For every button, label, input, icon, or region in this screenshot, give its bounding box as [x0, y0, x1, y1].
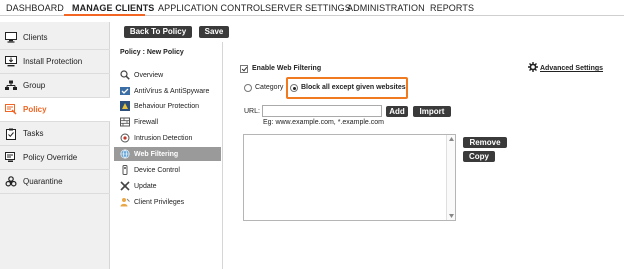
sidebar-item-clients[interactable]: Clients — [0, 26, 110, 50]
tab-manage-clients[interactable]: MANAGE CLIENTS — [72, 3, 154, 13]
tree-item-label: Client Privileges — [134, 198, 185, 206]
sidebar-item-install-protection[interactable]: Install Protection — [0, 50, 110, 74]
enable-web-filtering-label: Enable Web Filtering — [252, 65, 322, 72]
remove-button[interactable]: Remove — [463, 137, 507, 148]
enable-web-filtering-checkbox[interactable] — [240, 65, 248, 73]
import-button[interactable]: Import — [413, 106, 451, 117]
tree-item-label: Behaviour Protection — [134, 102, 199, 110]
group-icon — [5, 80, 17, 92]
tree-item-client-privileges[interactable]: Client Privileges — [114, 195, 221, 209]
tree-item-behaviour-protection[interactable]: Behaviour Protection — [114, 99, 221, 113]
tree-item-web-filtering[interactable]: Web Filtering — [114, 147, 221, 161]
tab-application-control[interactable]: APPLICATION CONTROL — [158, 3, 265, 13]
install-monitor-icon — [5, 56, 17, 68]
sidebar-item-label: Quarantine — [23, 177, 63, 186]
tab-reports[interactable]: REPORTS — [430, 3, 474, 13]
sidebar-item-label: Tasks — [23, 129, 44, 138]
firewall-icon — [120, 117, 130, 127]
update-icon — [120, 181, 130, 191]
url-label: URL: — [244, 108, 260, 115]
tab-server-settings[interactable]: SERVER SETTINGS — [265, 3, 351, 13]
save-button[interactable]: Save — [199, 26, 229, 38]
tree-item-label: Device Control — [134, 166, 180, 174]
tree-item-firewall[interactable]: Firewall — [114, 115, 221, 129]
tree-item-antivirus[interactable]: AntiVirus & AntiSpyware — [114, 84, 221, 98]
category-radio[interactable] — [244, 84, 252, 92]
sidebar-item-policy[interactable]: Policy — [0, 98, 110, 122]
sidebar: Clients Install Protection Group Policy … — [0, 22, 110, 269]
scroll-up-icon[interactable] — [449, 137, 454, 141]
url-input[interactable] — [262, 105, 382, 117]
globe-icon — [120, 149, 130, 159]
tree-item-device-control[interactable]: Device Control — [114, 163, 221, 177]
magnifier-icon — [120, 70, 130, 80]
sidebar-item-label: Policy Override — [23, 153, 78, 162]
advanced-settings-link[interactable]: Advanced Settings — [540, 65, 603, 72]
block-all-label: Block all except given websites — [301, 84, 406, 91]
url-example-hint: Eg: www.example.com, *.example.com — [263, 119, 384, 126]
tasks-icon — [5, 128, 17, 140]
sidebar-item-tasks[interactable]: Tasks — [0, 122, 110, 146]
privileges-icon — [120, 197, 130, 207]
active-tab-indicator — [64, 14, 145, 16]
sidebar-item-label: Clients — [23, 33, 48, 42]
block-all-radio[interactable] — [290, 84, 298, 92]
policy-title: Policy : New Policy — [120, 49, 184, 56]
sidebar-item-label: Group — [23, 81, 46, 90]
back-to-policy-button[interactable]: Back To Policy — [124, 26, 192, 38]
sidebar-item-quarantine[interactable]: Quarantine — [0, 170, 110, 194]
policy-icon — [5, 104, 17, 116]
tab-dashboard[interactable]: DASHBOARD — [6, 3, 64, 13]
sidebar-item-label: Policy — [23, 105, 47, 114]
monitor-icon — [5, 32, 17, 44]
website-list[interactable] — [243, 134, 456, 221]
scroll-down-icon[interactable] — [449, 214, 454, 218]
tab-administration[interactable]: ADMINISTRATION — [347, 3, 425, 13]
tree-item-intrusion-detection[interactable]: Intrusion Detection — [114, 131, 221, 145]
antivirus-icon — [120, 86, 130, 96]
tree-divider — [222, 42, 223, 269]
add-button[interactable]: Add — [386, 106, 408, 117]
device-icon — [120, 165, 130, 175]
tree-item-label: Intrusion Detection — [134, 134, 193, 142]
top-navigation: DASHBOARD MANAGE CLIENTS APPLICATION CON… — [0, 0, 624, 16]
tree-item-label: AntiVirus & AntiSpyware — [134, 87, 210, 95]
website-list-scrollbar[interactable] — [446, 135, 455, 220]
tree-item-update[interactable]: Update — [114, 179, 221, 193]
tree-item-overview[interactable]: Overview — [114, 68, 221, 82]
biohazard-icon — [5, 175, 17, 188]
category-label: Category — [255, 84, 284, 91]
intrusion-icon — [120, 133, 130, 143]
gear-icon[interactable] — [528, 62, 538, 72]
policy-override-icon — [5, 152, 17, 164]
sidebar-item-policy-override[interactable]: Policy Override — [0, 146, 110, 170]
sidebar-item-group[interactable]: Group — [0, 74, 110, 98]
sidebar-item-label: Install Protection — [23, 57, 83, 66]
tree-item-label: Update — [134, 182, 157, 190]
behaviour-icon — [120, 101, 130, 111]
tree-item-label: Firewall — [134, 118, 159, 126]
copy-button[interactable]: Copy — [463, 151, 495, 162]
tree-item-label: Web Filtering — [134, 150, 179, 158]
tree-item-label: Overview — [134, 71, 164, 79]
